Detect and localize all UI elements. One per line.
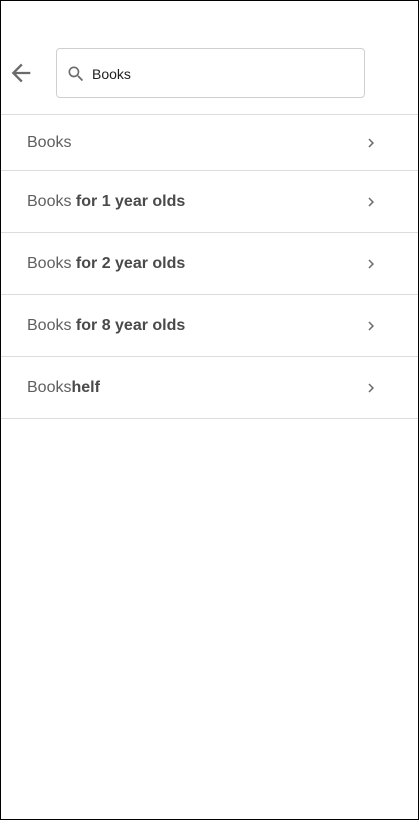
suggestion-prefix: Books xyxy=(27,133,72,151)
suggestion-prefix: Books xyxy=(27,378,72,396)
search-box[interactable] xyxy=(56,48,365,98)
back-button[interactable] xyxy=(7,59,35,87)
chevron-right-icon xyxy=(362,193,380,211)
search-header xyxy=(1,1,418,115)
search-icon xyxy=(66,64,86,84)
search-input[interactable] xyxy=(92,62,347,86)
suggestion-suffix: for 8 year olds xyxy=(71,316,186,334)
suggestion-prefix: Books xyxy=(27,254,72,272)
suggestion-label: Books xyxy=(27,115,71,170)
chevron-right-icon xyxy=(362,134,380,152)
suggestion-prefix: Books xyxy=(27,192,72,210)
app-frame: Books Books for 1 year olds Books for 2 … xyxy=(0,0,419,820)
suggestion-item[interactable]: Books helf xyxy=(1,357,418,419)
chevron-right-icon xyxy=(362,379,380,397)
suggestion-item[interactable]: Books xyxy=(1,115,418,171)
suggestion-label: Books helf xyxy=(27,357,100,418)
suggestion-item[interactable]: Books for 2 year olds xyxy=(1,233,418,295)
chevron-right-icon xyxy=(362,317,380,335)
suggestion-item[interactable]: Books for 1 year olds xyxy=(1,171,418,233)
suggestion-label: Books for 1 year olds xyxy=(27,171,185,232)
arrow-back-icon xyxy=(7,59,35,87)
suggestion-suffix: helf xyxy=(71,378,100,396)
suggestion-prefix: Books xyxy=(27,316,72,334)
chevron-right-icon xyxy=(362,255,380,273)
suggestion-suffix: for 2 year olds xyxy=(71,254,186,272)
suggestion-suffix: for 1 year olds xyxy=(71,192,186,210)
suggestion-label: Books for 8 year olds xyxy=(27,295,185,356)
suggestion-item[interactable]: Books for 8 year olds xyxy=(1,295,418,357)
suggestion-label: Books for 2 year olds xyxy=(27,233,185,294)
suggestion-list: Books Books for 1 year olds Books for 2 … xyxy=(1,114,418,419)
